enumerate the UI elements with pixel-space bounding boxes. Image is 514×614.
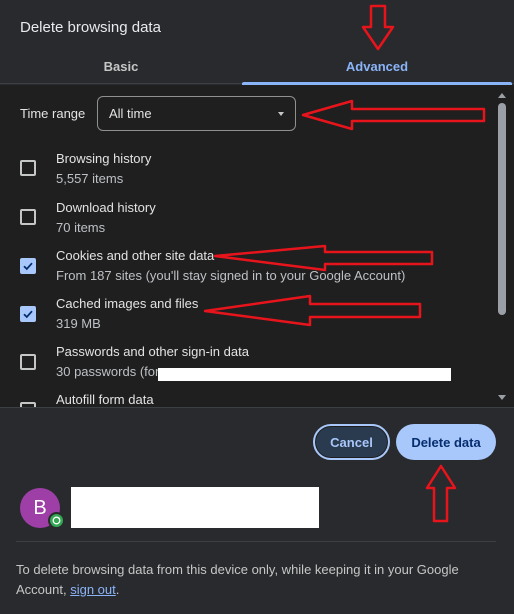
chevron-down-icon: [278, 112, 284, 116]
scroll-up-arrow-icon[interactable]: [498, 93, 506, 98]
option-label: Download history: [56, 200, 156, 215]
checkbox-passwords[interactable]: [20, 354, 36, 370]
option-label: Cached images and files: [56, 296, 199, 311]
redacted-password-details: [158, 368, 451, 381]
tab-advanced[interactable]: Advanced: [242, 48, 512, 85]
option-cookies[interactable]: Cookies and other site data From 187 sit…: [0, 248, 490, 292]
option-cached-images[interactable]: Cached images and files 319 MB: [0, 296, 490, 340]
time-range-value: All time: [109, 106, 152, 121]
option-label: Autofill form data: [56, 392, 154, 407]
scrollbar[interactable]: [496, 85, 508, 407]
redacted-account-name: [71, 487, 319, 528]
tab-basic[interactable]: Basic: [0, 48, 242, 84]
sign-out-link[interactable]: sign out: [70, 582, 116, 597]
options-list[interactable]: Time range All time Browsing history 5,5…: [0, 85, 514, 408]
scroll-down-arrow-icon[interactable]: [498, 395, 506, 400]
dialog-title: Delete browsing data: [20, 19, 161, 36]
account-section: B To delete browsing data from this devi…: [0, 476, 514, 614]
checkbox-browsing-history[interactable]: [20, 160, 36, 176]
checkbox-cookies[interactable]: [20, 258, 36, 274]
checkbox-cached-images[interactable]: [20, 306, 36, 322]
sync-icon: [48, 512, 65, 529]
delete-browsing-data-dialog: Delete browsing data Basic Advanced Time…: [0, 0, 514, 614]
cancel-button[interactable]: Cancel: [313, 424, 390, 460]
option-download-history[interactable]: Download history 70 items: [0, 200, 490, 244]
option-detail: 319 MB: [56, 316, 101, 331]
footer-note: To delete browsing data from this device…: [16, 560, 486, 600]
option-browsing-history[interactable]: Browsing history 5,557 items: [0, 151, 490, 195]
option-passwords[interactable]: Passwords and other sign-in data 30 pass…: [0, 344, 490, 388]
option-label: Passwords and other sign-in data: [56, 344, 249, 359]
option-label: Cookies and other site data: [56, 248, 215, 263]
time-range-label: Time range: [20, 106, 86, 121]
delete-data-button[interactable]: Delete data: [396, 424, 496, 460]
option-label: Browsing history: [56, 151, 152, 166]
tab-bar: Basic Advanced: [0, 48, 514, 85]
checkmark-icon: [23, 310, 33, 319]
checkbox-download-history[interactable]: [20, 209, 36, 225]
option-autofill[interactable]: Autofill form data: [0, 392, 490, 407]
checkbox-autofill[interactable]: [20, 402, 36, 407]
scrollbar-thumb[interactable]: [498, 103, 506, 315]
option-detail: 5,557 items: [56, 171, 124, 186]
option-detail: 70 items: [56, 220, 106, 235]
option-detail: 30 passwords (for: [56, 364, 160, 379]
option-detail: From 187 sites (you'll stay signed in to…: [56, 268, 406, 283]
footer-end: .: [115, 582, 120, 597]
checkmark-icon: [23, 262, 33, 271]
time-range-select[interactable]: All time: [97, 96, 296, 131]
divider: [16, 541, 496, 542]
